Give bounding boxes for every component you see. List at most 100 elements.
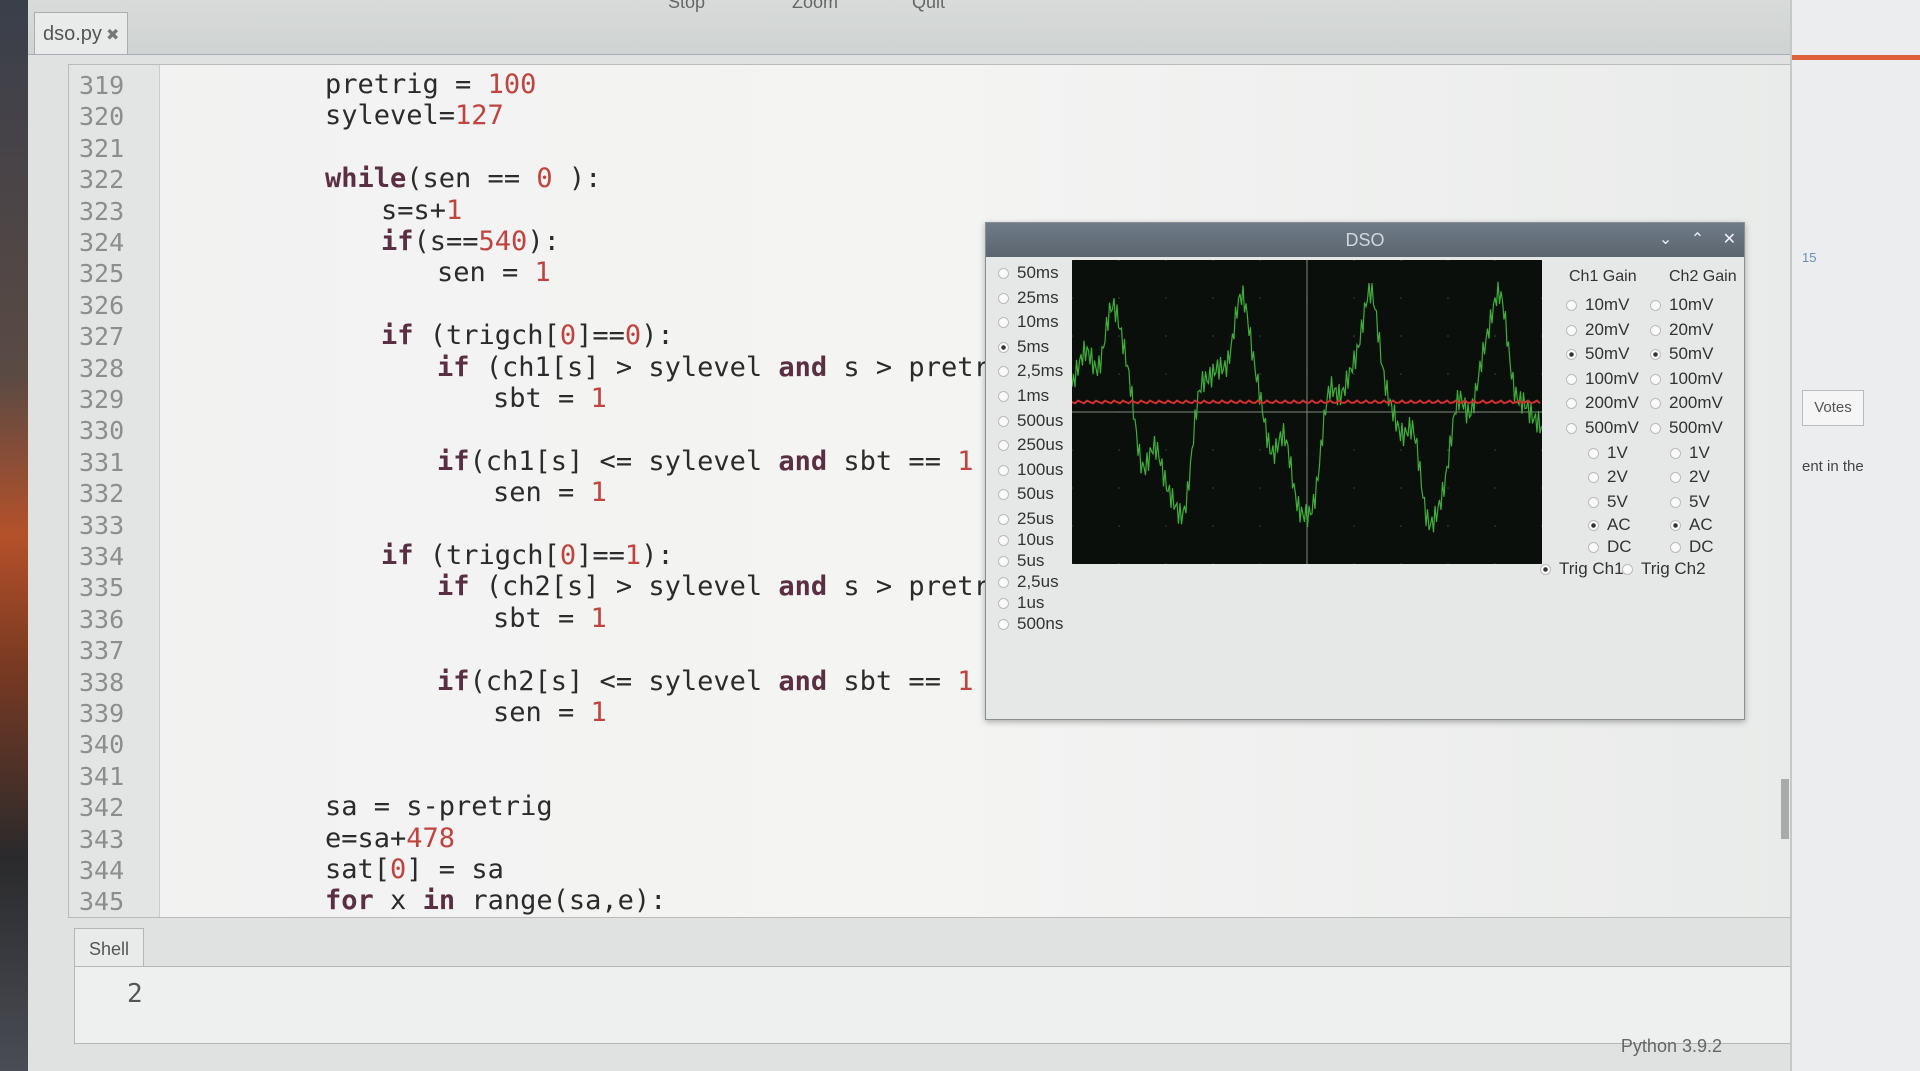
timebase-radio[interactable]: 2,5ms (998, 361, 1063, 381)
radio-icon[interactable] (1650, 349, 1661, 361)
radio-icon[interactable] (1650, 300, 1661, 312)
votes-button[interactable]: Votes (1802, 390, 1864, 426)
ch1-gain-radio[interactable]: 20mV (1566, 320, 1629, 340)
timebase-radio[interactable]: 1ms (998, 386, 1049, 406)
ch2-gain-radio[interactable]: 10mV (1650, 295, 1713, 315)
radio-icon[interactable] (1588, 542, 1599, 554)
timebase-radio[interactable]: 5us (998, 551, 1044, 571)
trigger-radio[interactable]: Trig Ch1 (1540, 559, 1624, 579)
timebase-radio[interactable]: 10ms (998, 312, 1059, 332)
ch1-gain-radio[interactable]: 100mV (1566, 369, 1639, 389)
shell-panel[interactable]: 2 (74, 966, 1792, 1044)
timebase-radio[interactable]: 1us (998, 593, 1044, 613)
timebase-radio[interactable]: 25us (998, 509, 1054, 529)
trigger-radio[interactable]: Trig Ch2 (1622, 559, 1706, 579)
radio-label: DC (1689, 537, 1714, 556)
timebase-radio[interactable]: 500us (998, 411, 1063, 431)
radio-icon[interactable] (1670, 472, 1681, 484)
ch1-gain-radio[interactable]: 10mV (1566, 295, 1629, 315)
ch2-gain-radio[interactable]: 1V (1670, 443, 1710, 463)
radio-icon[interactable] (998, 391, 1009, 403)
radio-label: 100mV (1585, 368, 1639, 388)
radio-label: 2V (1689, 467, 1710, 487)
close-icon[interactable]: ✖ (106, 27, 119, 44)
radio-icon[interactable] (998, 556, 1009, 568)
radio-icon[interactable] (998, 464, 1009, 476)
timebase-radio[interactable]: 5ms (998, 337, 1049, 357)
radio-label: 500us (1017, 410, 1064, 430)
dso-title-bar[interactable]: DSO ⌄ ⌃ ✕ (986, 223, 1744, 257)
ch1-gain-radio[interactable]: 50mV (1566, 344, 1629, 364)
close-icon[interactable]: ✕ (1723, 231, 1736, 248)
radio-icon[interactable] (998, 577, 1009, 589)
ch1-gain-radio[interactable]: 500mV (1566, 418, 1639, 438)
timebase-radio[interactable]: 500ns (998, 614, 1063, 634)
radio-icon[interactable] (1650, 373, 1661, 385)
radio-icon[interactable] (1566, 300, 1577, 312)
radio-icon[interactable] (1566, 423, 1577, 435)
menu-zoom[interactable]: Zoom (792, 0, 838, 13)
radio-icon[interactable] (1622, 564, 1633, 576)
ch1-gain-radio[interactable]: 1V (1588, 443, 1628, 463)
interpreter-status[interactable]: Python 3.9.2 (1621, 1036, 1722, 1057)
radio-icon[interactable] (998, 292, 1009, 304)
radio-icon[interactable] (1670, 520, 1681, 532)
radio-icon[interactable] (998, 619, 1009, 631)
radio-icon[interactable] (998, 535, 1009, 547)
radio-icon[interactable] (1566, 349, 1577, 361)
ch2-gain-radio[interactable]: 500mV (1650, 418, 1723, 438)
ch1-gain-radio[interactable]: 200mV (1566, 393, 1639, 413)
timebase-radio[interactable]: 250us (998, 435, 1063, 455)
radio-icon[interactable] (1588, 496, 1599, 508)
ch1-gain-radio[interactable]: 5V (1588, 492, 1628, 512)
radio-icon[interactable] (998, 415, 1009, 427)
ch2-gain-radio[interactable]: 5V (1670, 492, 1710, 512)
radio-icon[interactable] (998, 366, 1009, 378)
radio-label: 25us (1017, 509, 1054, 528)
radio-icon[interactable] (998, 489, 1009, 501)
timebase-radio[interactable]: 100us (998, 460, 1063, 480)
timebase-radio[interactable]: 50ms (998, 263, 1059, 283)
ch2-gain-radio[interactable]: AC (1670, 515, 1713, 535)
radio-icon[interactable] (1670, 496, 1681, 508)
timebase-radio[interactable]: 50us (998, 484, 1054, 504)
radio-icon[interactable] (998, 317, 1009, 329)
ch1-gain-radio[interactable]: AC (1588, 515, 1631, 535)
ch2-gain-radio[interactable]: 200mV (1650, 393, 1723, 413)
menu-quit[interactable]: Quit (912, 0, 945, 13)
ch1-gain-radio[interactable]: 2V (1588, 467, 1628, 487)
radio-icon[interactable] (1588, 472, 1599, 484)
radio-icon[interactable] (1650, 324, 1661, 336)
radio-icon[interactable] (1650, 398, 1661, 410)
ch2-gain-radio[interactable]: 20mV (1650, 320, 1713, 340)
ch1-gain-radio[interactable]: DC (1588, 537, 1632, 557)
ch2-gain-radio[interactable]: 2V (1670, 467, 1710, 487)
radio-icon[interactable] (998, 268, 1009, 280)
radio-icon[interactable] (1588, 520, 1599, 532)
timebase-radio[interactable]: 2,5us (998, 572, 1059, 592)
timebase-radio[interactable]: 25ms (998, 288, 1059, 308)
radio-icon[interactable] (1588, 447, 1599, 459)
ch2-gain-radio[interactable]: DC (1670, 537, 1714, 557)
radio-icon[interactable] (1670, 447, 1681, 459)
tab-dso-py[interactable]: dso.py ✖ (34, 12, 128, 54)
radio-icon[interactable] (1670, 542, 1681, 554)
ch2-gain-radio[interactable]: 50mV (1650, 344, 1713, 364)
dso-window: DSO ⌄ ⌃ ✕ Ch1 Gain Ch2 Gain 50ms 25ms 10ms… (985, 222, 1745, 720)
radio-icon[interactable] (998, 598, 1009, 610)
radio-icon[interactable] (998, 341, 1009, 353)
radio-icon[interactable] (998, 514, 1009, 526)
radio-icon[interactable] (1566, 324, 1577, 336)
radio-icon[interactable] (1566, 398, 1577, 410)
ch2-gain-radio[interactable]: 100mV (1650, 369, 1723, 389)
menu-stop[interactable]: Stop (668, 0, 705, 13)
radio-label: 200mV (1585, 393, 1639, 413)
maximize-icon[interactable]: ⌃ (1691, 231, 1704, 248)
tab-shell[interactable]: Shell (74, 928, 144, 969)
minimize-icon[interactable]: ⌄ (1659, 231, 1672, 248)
radio-icon[interactable] (998, 440, 1009, 452)
radio-icon[interactable] (1540, 564, 1551, 576)
radio-icon[interactable] (1566, 373, 1577, 385)
timebase-radio[interactable]: 10us (998, 530, 1054, 550)
radio-icon[interactable] (1650, 423, 1661, 435)
